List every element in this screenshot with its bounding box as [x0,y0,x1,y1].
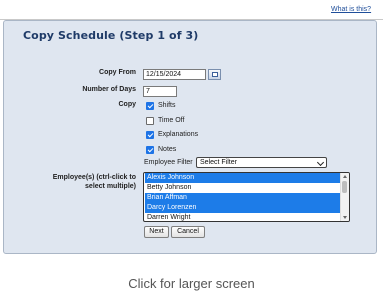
time-off-option-label: Time Off [158,117,185,124]
time-off-checkbox[interactable] [146,117,154,125]
page-title: Copy Schedule (Step 1 of 3) [23,29,199,42]
employee-option[interactable]: Betty Johnson [145,183,341,193]
number-of-days-input[interactable]: 7 [143,86,177,97]
employees-listbox[interactable]: Alexis Johnson Betty Johnson Brian Affma… [143,172,350,222]
chevron-down-icon [316,158,325,167]
employee-filter-label: Employee Filter [144,159,193,166]
employee-option[interactable]: Alexis Johnson [145,173,341,183]
notes-checkbox[interactable] [146,146,154,154]
what-is-this-link[interactable]: What is this? [331,6,371,13]
listbox-scrollbar[interactable] [340,173,349,221]
employee-option[interactable]: Darcy Lorenzen [145,203,341,213]
calendar-button[interactable] [208,69,221,80]
employee-filter-select[interactable]: Select Filter [196,157,327,168]
shifts-checkbox[interactable] [146,102,154,110]
explanations-option-label: Explanations [158,131,199,138]
cancel-button[interactable]: Cancel [171,226,205,238]
employee-option[interactable]: Darren Wright [145,213,341,221]
next-button[interactable]: Next [144,226,169,238]
explanations-checkbox[interactable] [146,131,154,139]
notes-option-label: Notes [158,146,177,153]
employee-option[interactable]: Brian Affman [145,193,341,203]
copy-label: Copy [118,101,137,108]
employees-label-line1: Employee(s) (ctrl-click to [52,174,136,181]
employee-filter-value: Select Filter [200,159,237,166]
scroll-up-icon[interactable] [343,175,347,178]
copy-from-label: Copy From [99,69,136,76]
shifts-option-label: Shifts [158,102,176,109]
larger-screen-caption[interactable]: Click for larger screen [0,276,383,291]
copy-from-date-input[interactable]: 12/15/2024 [143,69,206,80]
scrollbar-thumb[interactable] [342,181,347,193]
number-of-days-label: Number of Days [82,86,136,93]
scroll-down-icon[interactable] [343,216,347,219]
calendar-icon [212,72,218,77]
employees-label-line2: select multiple) [85,183,136,190]
employees-label: Employee(s) (ctrl-click to select multip… [20,173,136,191]
